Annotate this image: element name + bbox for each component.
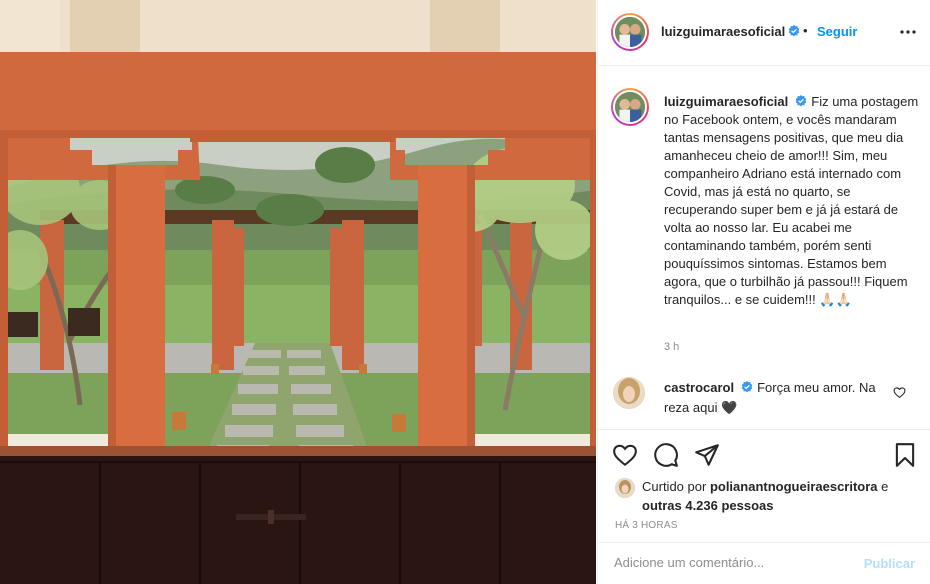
author-avatar[interactable]: [611, 13, 649, 51]
comment-item: castrocarol Força meu amor. Na reza aqui …: [664, 378, 894, 418]
likes-summary: Curtido por polianantnogueiraescritora e…: [615, 477, 921, 515]
author-username[interactable]: luizguimaraesoficial: [661, 24, 785, 39]
avatar-photo-icon: [615, 17, 645, 47]
more-options-icon[interactable]: [899, 25, 917, 39]
comments-section[interactable]: luizguimaraesoficial Fiz uma postagem no …: [598, 67, 930, 429]
avatar-photo-icon: [615, 478, 635, 498]
post-photo[interactable]: [0, 0, 596, 584]
comment-input[interactable]: [614, 555, 854, 570]
avatar-photo-icon: [613, 377, 645, 409]
add-comment-bar: Publicar: [598, 542, 930, 584]
caption-timestamp[interactable]: 3 h: [664, 341, 679, 353]
author-username-link[interactable]: luizguimaraesoficial: [661, 24, 800, 39]
liked-by-username[interactable]: polianantnogueiraescritora: [710, 479, 878, 494]
separator-dot: •: [803, 23, 808, 38]
follow-button[interactable]: Seguir: [817, 24, 857, 39]
caption-author-avatar[interactable]: [611, 88, 649, 126]
liker-avatar[interactable]: [615, 478, 635, 498]
post-header: luizguimaraesoficial • Seguir: [598, 0, 930, 66]
post-time-ago[interactable]: HÁ 3 HORAS: [615, 520, 678, 531]
post-actions: Curtido por polianantnogueiraescritora e…: [598, 429, 930, 584]
share-icon[interactable]: [694, 442, 720, 468]
bookmark-icon[interactable]: [892, 442, 918, 468]
comment-like-heart-icon[interactable]: [893, 386, 906, 399]
publish-button[interactable]: Publicar: [864, 556, 915, 571]
verified-icon: [741, 381, 753, 393]
commenter-avatar[interactable]: [613, 377, 645, 409]
verified-icon: [795, 95, 807, 107]
verified-icon: [788, 25, 800, 37]
liked-by-others[interactable]: outras 4.236 pessoas: [642, 498, 774, 513]
post-caption: luizguimaraesoficial Fiz uma postagem no …: [664, 93, 920, 309]
caption-text: Fiz uma postagem no Facebook ontem, e vo…: [664, 94, 919, 307]
commenter-username[interactable]: castrocarol: [664, 380, 734, 395]
caption-username[interactable]: luizguimaraesoficial: [664, 94, 788, 109]
comment-icon[interactable]: [653, 442, 679, 468]
liked-by-prefix: Curtido por: [642, 479, 707, 494]
courtyard-photo: [0, 0, 596, 584]
heart-icon[interactable]: [612, 442, 638, 468]
avatar-photo-icon: [615, 92, 645, 122]
liked-by-connector: e: [881, 479, 889, 494]
post-side-panel: luizguimaraesoficial • Seguir luizguimar…: [597, 0, 930, 584]
